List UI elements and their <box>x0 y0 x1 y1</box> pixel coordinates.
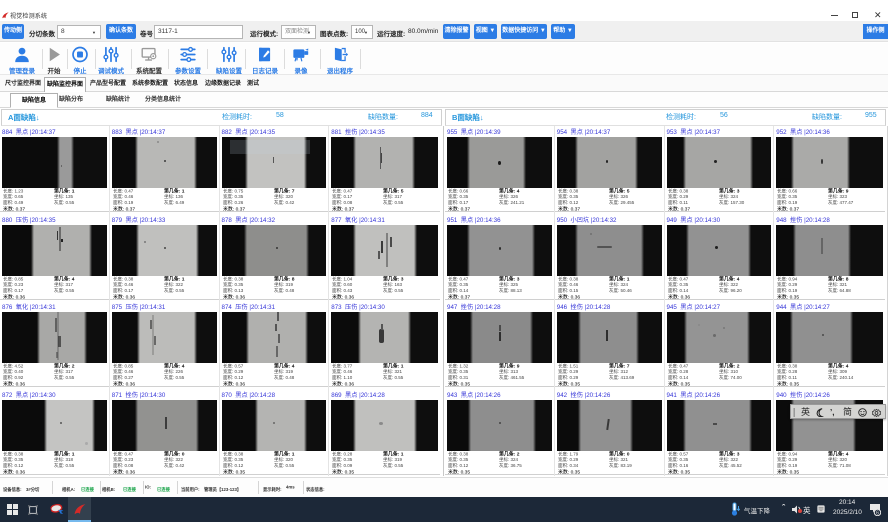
svg-text:6: 6 <box>876 511 879 517</box>
